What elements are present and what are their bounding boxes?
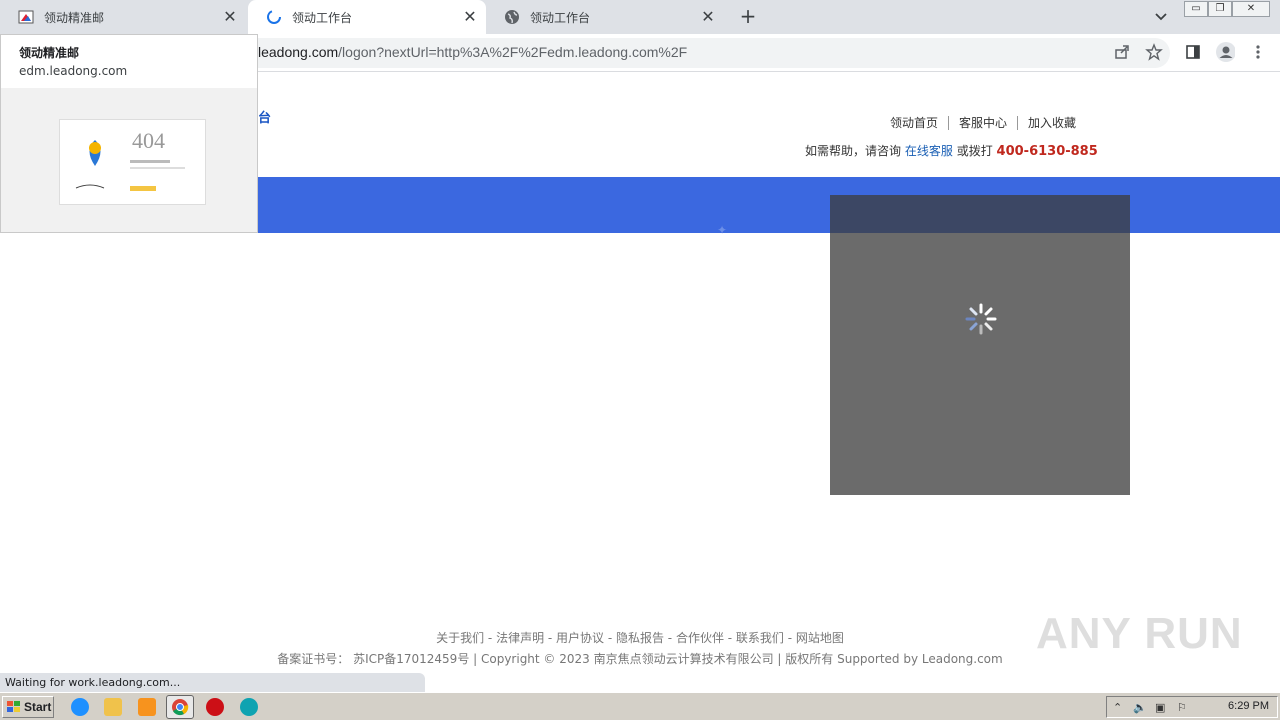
start-button[interactable]: Start <box>2 696 54 718</box>
nav-support-link[interactable]: 客服中心 <box>948 116 1017 130</box>
close-icon[interactable]: ✕ <box>700 9 716 25</box>
online-support-link[interactable]: 在线客服 <box>905 144 953 158</box>
leadong-edm-favicon <box>18 9 34 25</box>
tab-title: 领动精准邮 <box>44 10 105 25</box>
nav-favorite-link[interactable]: 加入收藏 <box>1017 116 1086 130</box>
top-nav: 领动首页 客服中心 加入收藏 <box>880 116 1086 130</box>
close-icon[interactable]: ✕ <box>462 9 478 25</box>
network-icon[interactable]: ▣ <box>1155 701 1165 714</box>
media-player-icon[interactable] <box>138 698 156 716</box>
bookmark-star-icon[interactable] <box>1144 42 1164 62</box>
windows-logo-icon <box>7 701 20 712</box>
address-url[interactable]: leadong.com/logon?nextUrl=http%3A%2F%2Fe… <box>258 44 687 60</box>
url-host: leadong.com <box>258 44 339 60</box>
volume-icon[interactable]: 🔈 <box>1133 701 1147 714</box>
profile-avatar-icon[interactable] <box>1215 42 1235 62</box>
tab-strip: 领动精准邮 ✕ 领动工作台 ✕ 领动工作台 ✕ + ▭ ❐ ✕ <box>0 0 1280 34</box>
site-logo-fragment[interactable]: 台 <box>258 107 271 126</box>
opera-icon[interactable] <box>206 698 224 716</box>
hover-card-url: edm.leadong.com <box>19 64 128 78</box>
tab-edm[interactable]: 领动精准邮 ✕ <box>0 0 246 34</box>
sparkle-icon: ✦ <box>717 223 728 237</box>
tab-workbench-active[interactable]: 领动工作台 ✕ <box>248 0 486 34</box>
internet-explorer-icon[interactable] <box>71 698 89 716</box>
thumbnail-404-text: 404 <box>132 128 165 153</box>
globe-icon <box>504 9 520 25</box>
login-loading-overlay <box>830 195 1130 495</box>
tray-expand-icon[interactable]: ⌃ <box>1113 701 1122 714</box>
tab-search-chevron-icon[interactable] <box>1151 8 1171 26</box>
restore-button[interactable]: ❐ <box>1208 1 1232 17</box>
tab-workbench[interactable]: 领动工作台 ✕ <box>486 0 724 34</box>
new-tab-button[interactable]: + <box>737 6 759 28</box>
hover-card-title: 领动精准邮 <box>19 46 80 60</box>
nav-home-link[interactable]: 领动首页 <box>880 116 948 130</box>
file-explorer-icon[interactable] <box>104 698 122 716</box>
help-prefix: 如需帮助，请咨询 <box>805 144 902 158</box>
help-mid: 或拨打 <box>956 144 993 158</box>
system-tray: ⌃ 🔈 ▣ ⚐ 6:29 PM <box>1106 696 1278 718</box>
tab-title: 领动工作台 <box>530 10 591 25</box>
chrome-taskbar-button[interactable] <box>166 695 194 719</box>
edge-icon[interactable] <box>240 698 258 716</box>
share-icon[interactable] <box>1112 42 1132 62</box>
tab-hover-card: 领动精准邮 edm.leadong.com 404 <box>0 34 258 233</box>
url-path: /logon?nextUrl=http%3A%2F%2Fedm.leadong.… <box>338 44 688 60</box>
loading-spinner-icon <box>965 303 997 335</box>
start-label: Start <box>24 700 52 714</box>
taskbar: Start ⌃ 🔈 ▣ ⚐ 6:29 PM <box>0 692 1280 720</box>
loading-spinner-icon <box>266 9 282 25</box>
status-bubble: Waiting for work.leadong.com... <box>0 673 425 692</box>
action-center-flag-icon[interactable]: ⚐ <box>1177 701 1187 714</box>
minimize-button[interactable]: ▭ <box>1184 1 1208 17</box>
clock[interactable]: 6:29 PM <box>1228 700 1269 712</box>
support-phone: 400-6130-885 <box>996 144 1098 159</box>
more-menu-icon[interactable] <box>1248 42 1268 62</box>
help-text: 如需帮助，请咨询 在线客服 或拨打 400-6130-885 <box>805 142 1098 159</box>
close-window-button[interactable]: ✕ <box>1232 1 1270 17</box>
close-icon[interactable]: ✕ <box>222 9 238 25</box>
hover-card-header: 领动精准邮 edm.leadong.com <box>1 35 257 88</box>
tab-title: 领动工作台 <box>292 10 353 25</box>
anyrun-watermark: ANY RUN <box>1036 609 1243 658</box>
tab-preview-thumbnail: 404 <box>59 119 206 205</box>
side-panel-icon[interactable] <box>1183 42 1203 62</box>
